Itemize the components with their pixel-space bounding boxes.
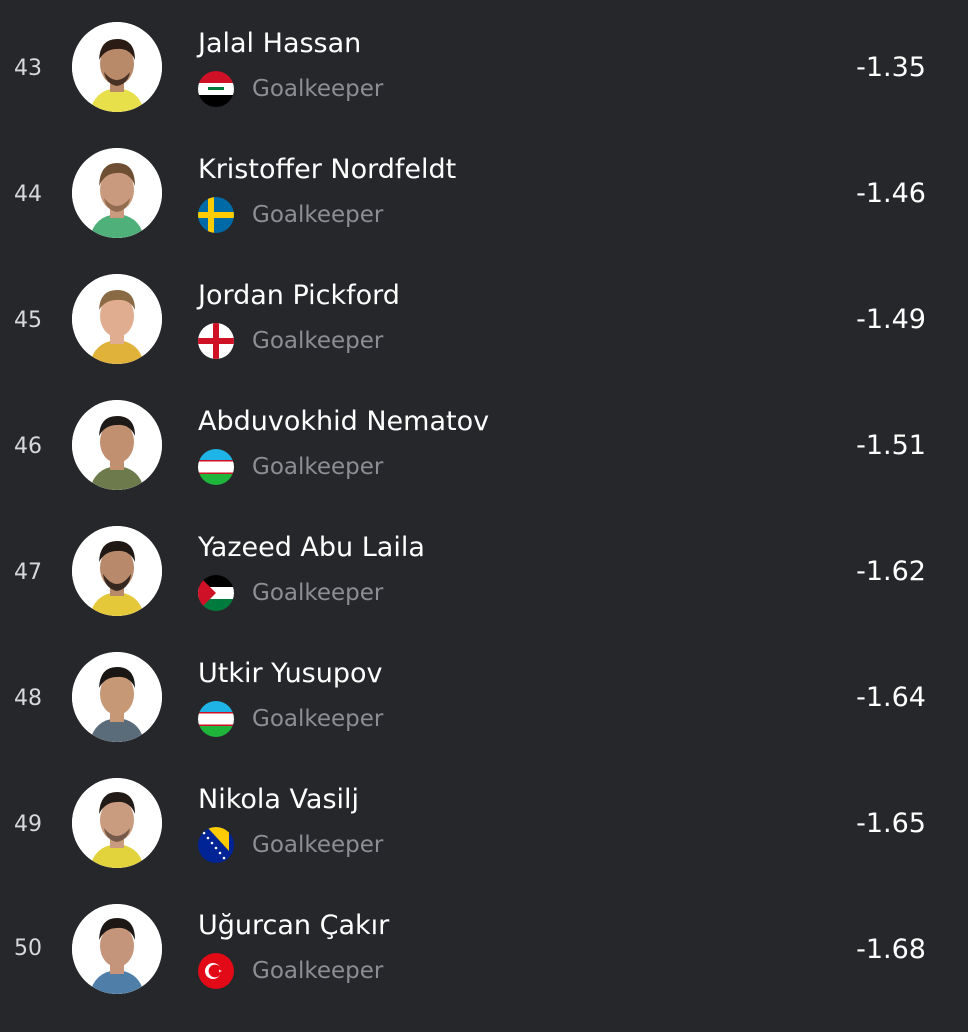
player-stat-value: -1.35 xyxy=(856,52,926,83)
player-name[interactable]: Uğurcan Çakır xyxy=(198,910,389,941)
player-position: Goalkeeper xyxy=(252,328,384,354)
player-stat-value: -1.64 xyxy=(856,682,926,713)
player-stat-value: -1.62 xyxy=(856,556,926,587)
player-position: Goalkeeper xyxy=(252,832,384,858)
turkey-flag-icon xyxy=(198,953,234,989)
player-stat-value: -1.46 xyxy=(856,178,926,209)
england-flag-icon xyxy=(198,323,234,359)
list-item[interactable]: 43 Jalal Hassan Goalkeeper -1.35 xyxy=(0,4,968,130)
rank-number: 50 xyxy=(14,936,42,961)
player-name[interactable]: Utkir Yusupov xyxy=(198,658,383,689)
player-position: Goalkeeper xyxy=(252,454,384,480)
player-name[interactable]: Jalal Hassan xyxy=(198,28,361,59)
bosnia-flag-icon xyxy=(198,827,234,863)
player-avatar[interactable] xyxy=(72,148,162,238)
player-avatar[interactable] xyxy=(72,778,162,868)
sweden-flag-icon xyxy=(198,197,234,233)
list-item[interactable]: 50 Uğurcan Çakır Goalkeeper -1.68 xyxy=(0,886,968,1012)
player-stat-value: -1.65 xyxy=(856,808,926,839)
player-avatar[interactable] xyxy=(72,904,162,994)
player-position: Goalkeeper xyxy=(252,580,384,606)
player-name[interactable]: Abduvokhid Nematov xyxy=(198,406,489,437)
player-stat-value: -1.68 xyxy=(856,934,926,965)
player-position: Goalkeeper xyxy=(252,202,384,228)
player-stat-value: -1.49 xyxy=(856,304,926,335)
player-avatar[interactable] xyxy=(72,400,162,490)
player-avatar[interactable] xyxy=(72,526,162,616)
player-name[interactable]: Jordan Pickford xyxy=(198,280,400,311)
rank-number: 44 xyxy=(14,182,42,207)
player-avatar[interactable] xyxy=(72,274,162,364)
list-item[interactable]: 46 Abduvokhid Nematov Goalkeeper -1.51 xyxy=(0,382,968,508)
rank-number: 47 xyxy=(14,560,42,585)
rank-number: 48 xyxy=(14,686,42,711)
rank-number: 45 xyxy=(14,308,42,333)
player-position: Goalkeeper xyxy=(252,958,384,984)
rank-number: 43 xyxy=(14,56,42,81)
jordan-flag-icon xyxy=(198,575,234,611)
list-item[interactable]: 49 Nikola Vasilj Goalkeeper -1.65 xyxy=(0,760,968,886)
list-item[interactable]: 45 Jordan Pickford Goalkeeper -1.49 xyxy=(0,256,968,382)
iraq-flag-icon xyxy=(198,71,234,107)
player-avatar[interactable] xyxy=(72,652,162,742)
list-item[interactable]: 44 Kristoffer Nordfeldt Goalkeeper -1.46 xyxy=(0,130,968,256)
player-position: Goalkeeper xyxy=(252,706,384,732)
uzbekistan-flag-icon xyxy=(198,701,234,737)
player-name[interactable]: Kristoffer Nordfeldt xyxy=(198,154,456,185)
player-name[interactable]: Yazeed Abu Laila xyxy=(198,532,425,563)
player-ranking-list: 43 Jalal Hassan Goalkeeper -1.35 44 Kris… xyxy=(0,0,968,1032)
rank-number: 46 xyxy=(14,434,42,459)
rank-number: 49 xyxy=(14,812,42,837)
list-item[interactable]: 48 Utkir Yusupov Goalkeeper -1.64 xyxy=(0,634,968,760)
player-avatar[interactable] xyxy=(72,22,162,112)
uzbekistan-flag-icon xyxy=(198,449,234,485)
list-item[interactable]: 47 Yazeed Abu Laila Goalkeeper -1.62 xyxy=(0,508,968,634)
player-position: Goalkeeper xyxy=(252,76,384,102)
player-name[interactable]: Nikola Vasilj xyxy=(198,784,359,815)
player-stat-value: -1.51 xyxy=(856,430,926,461)
